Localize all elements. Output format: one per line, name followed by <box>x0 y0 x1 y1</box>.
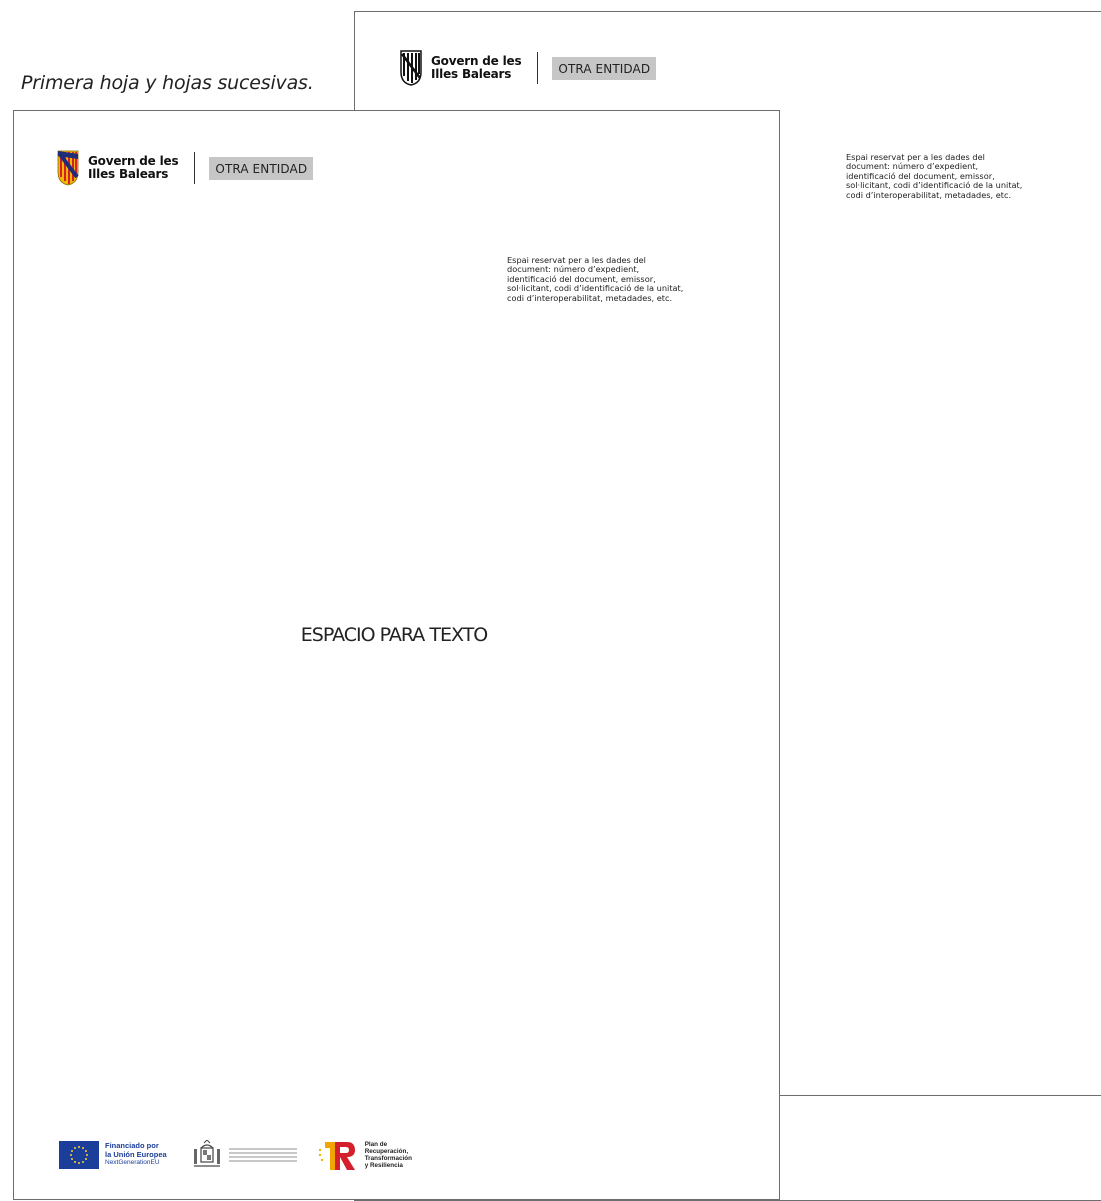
spain-logo-bars <box>228 1146 297 1164</box>
govern-name-line2: Illes Balears <box>431 67 512 81</box>
prtr-text: Plan de Recuperación, Transformación y R… <box>365 1141 412 1170</box>
entity-label: OTRA ENTIDAD <box>209 156 314 180</box>
prtr-line4: y Resiliencia <box>364 1162 403 1170</box>
prtr-line1: Plan de <box>364 1140 388 1148</box>
funding-footer: Financiado por la Unión Europea NextGene… <box>59 1138 412 1172</box>
govern-crest-icon <box>57 150 79 186</box>
prtr-logo: Plan de Recuperación, Transformación y R… <box>317 1138 412 1172</box>
govern-name: Govern de les Illes Balears <box>88 155 179 181</box>
prtr-line3: Transformación <box>364 1155 412 1162</box>
eu-funding-text: Financiado por la Unión Europea NextGene… <box>105 1142 167 1168</box>
prtr-line2: Recuperación, <box>364 1147 409 1155</box>
header-divider <box>537 52 539 84</box>
reserved-data-text: Espai reservat per a les dades del docum… <box>507 255 684 303</box>
govern-name-line2: Illes Balears <box>88 167 169 181</box>
spain-government-logo <box>191 1140 297 1170</box>
govern-crest-mono-icon <box>400 50 422 86</box>
entity-label: OTRA ENTIDAD <box>552 56 657 80</box>
front-page: Govern de les Illes Balears OTRA ENTIDAD… <box>13 110 780 1200</box>
back-page-footer-line <box>780 1095 1101 1096</box>
caption: Primera hoja y hojas sucesivas. <box>21 72 314 94</box>
eu-line3: NextGenerationEU <box>105 1159 160 1167</box>
spain-coat-of-arms-icon <box>193 1140 220 1167</box>
govern-name: Govern de les Illes Balears <box>431 55 522 81</box>
back-page-header: Govern de les Illes Balears OTRA ENTIDAD <box>400 50 657 86</box>
eu-flag-icon <box>59 1141 99 1169</box>
header-divider <box>194 152 196 184</box>
text-placeholder: ESPACIO PARA TEXTO <box>300 624 488 646</box>
reserved-data-text: Espai reservat per a les dades del docum… <box>846 152 1023 200</box>
prtr-tr-icon <box>318 1142 355 1170</box>
front-page-header: Govern de les Illes Balears OTRA ENTIDAD <box>57 150 314 186</box>
eu-line2: la Unión Europea <box>105 1149 167 1159</box>
